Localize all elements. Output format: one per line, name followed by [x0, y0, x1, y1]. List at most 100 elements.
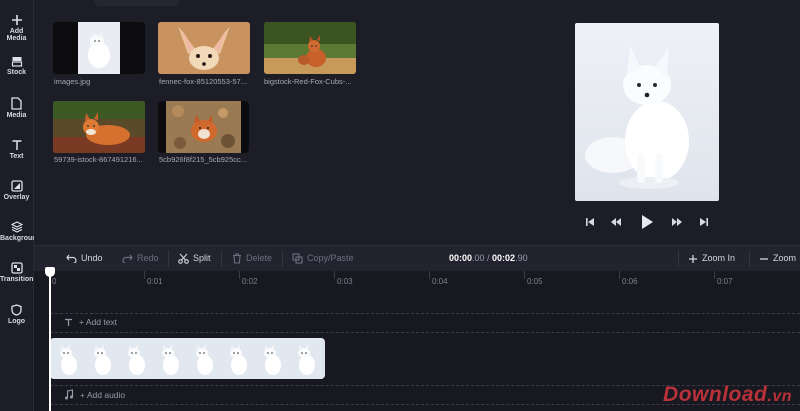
toolbar-divider [221, 250, 222, 267]
audio-track[interactable]: + Add audio [64, 389, 125, 400]
preview-canvas[interactable] [575, 23, 719, 201]
media-thumb-image [78, 22, 120, 74]
clip-frame [220, 338, 254, 379]
playback-controls [554, 212, 734, 236]
sidebar-item-label: Transition [0, 276, 34, 283]
text-track[interactable]: + Add text [64, 317, 117, 327]
ruler-tick-label: 0:07 [717, 277, 733, 286]
ruler-tick [619, 271, 620, 279]
undo-icon [66, 254, 77, 263]
skip-end-icon[interactable] [699, 216, 709, 228]
sidebar-item-overlay[interactable]: Overlay [0, 180, 33, 201]
zoom-out-button[interactable]: Zoom [759, 246, 796, 271]
zoom-in-button[interactable]: Zoom In [688, 246, 735, 271]
clip-frame [288, 338, 322, 379]
time-current-frac: .00 / [472, 253, 493, 263]
split-label: Split [193, 253, 211, 263]
media-thumb-image [158, 101, 249, 153]
playhead[interactable] [49, 269, 51, 411]
ruler-tick [714, 271, 715, 279]
play-icon[interactable] [640, 214, 654, 230]
clip-frame [186, 338, 220, 379]
ruler-tick-label: 0 [52, 277, 57, 286]
sidebar-item-stock[interactable]: Stock [0, 56, 33, 76]
sidebar-item-text[interactable]: Text [0, 139, 33, 160]
ruler-tick [524, 271, 525, 279]
ruler-tick-label: 0:06 [622, 277, 638, 286]
copy-paste-label: Copy/Paste [307, 253, 354, 263]
toolbar-divider [678, 250, 679, 267]
ruler-tick-label: 0:04 [432, 277, 448, 286]
sidebar-item-label: Stock [6, 69, 27, 76]
watermark-logo: Download.vn [663, 383, 792, 407]
delete-button[interactable]: Delete [232, 246, 272, 271]
media-thumb-caption: 59739-istock-867491216... [54, 155, 143, 164]
layers-icon [10, 221, 23, 233]
text-icon [12, 140, 21, 150]
overlay-icon [10, 180, 23, 192]
ruler-tick [239, 271, 240, 279]
redo-button[interactable]: Redo [122, 246, 159, 271]
time-total: 00:02 [492, 253, 516, 263]
music-note-icon [65, 389, 74, 400]
sidebar-item-transition[interactable]: Transition [0, 262, 33, 283]
delete-label: Delete [246, 253, 273, 263]
sidebar-item-label: Add Media [6, 28, 27, 42]
time-current: 00:00 [449, 253, 473, 263]
playhead-handle[interactable] [45, 267, 55, 277]
sidebar-item-media[interactable]: Media [0, 97, 33, 119]
sidebar-item-background[interactable]: Background [0, 221, 41, 242]
split-button[interactable]: Split [178, 246, 211, 271]
clip-frame [254, 338, 288, 379]
timeline-toolbar: Undo Redo Split Delete Copy/Paste 00:00.… [34, 245, 800, 272]
timeline-ruler[interactable]: 0 0:01 0:02 0:03 0:04 0:05 0:06 0:07 [34, 271, 800, 309]
zoom-in-label: Zoom In [702, 253, 736, 263]
redo-icon [122, 254, 133, 263]
media-thumb[interactable] [53, 22, 145, 74]
undo-button[interactable]: Undo [66, 246, 103, 271]
fast-forward-icon[interactable] [671, 216, 683, 228]
transition-icon [10, 262, 23, 274]
media-thumb[interactable] [158, 22, 250, 74]
clip-frame [50, 338, 84, 379]
media-thumb[interactable] [264, 22, 356, 74]
sidebar-item-logo[interactable]: Logo [0, 304, 33, 325]
ruler-tick-label: 0:05 [527, 277, 543, 286]
video-clip[interactable] [50, 338, 325, 379]
toolbar-divider [749, 250, 750, 267]
media-thumb[interactable] [53, 101, 145, 153]
media-thumb-image [53, 101, 145, 153]
plus-icon [11, 15, 22, 25]
track-divider [50, 332, 800, 333]
clip-frame [118, 338, 152, 379]
media-library: images.jpg fennec-fox-85120553-57... big… [34, 0, 554, 245]
copy-paste-button[interactable]: Copy/Paste [292, 246, 354, 271]
plus-icon [689, 254, 697, 263]
text-icon [65, 318, 72, 326]
media-thumb-caption: images.jpg [54, 77, 91, 86]
add-text-label: + Add text [79, 317, 118, 327]
sidebar-item-add-media[interactable]: Add Media [0, 14, 33, 42]
sidebar-item-label: Media [6, 112, 27, 119]
preview-panel [554, 0, 800, 245]
media-thumb[interactable] [158, 101, 249, 153]
rewind-icon[interactable] [610, 216, 622, 228]
media-icon [11, 97, 22, 110]
sidebar-item-label: Text [9, 153, 24, 160]
media-thumb-image [264, 22, 356, 74]
redo-label: Redo [137, 253, 159, 263]
ruler-tick-label: 0:01 [147, 277, 163, 286]
zoom-out-label: Zoom [773, 253, 797, 263]
sidebar: Add Media Stock Media Text Overlay Backg… [0, 0, 41, 411]
time-display: 00:00.00 / 00:02.90 [449, 246, 528, 271]
trash-icon [233, 253, 241, 264]
preview-image [575, 23, 719, 201]
watermark-text: Download [663, 383, 768, 406]
toolbar-divider [168, 250, 169, 267]
media-thumb-caption: fennec-fox-85120553-57... [159, 77, 247, 86]
toolbar-divider [282, 250, 283, 267]
scissors-icon [178, 253, 189, 264]
skip-start-icon[interactable] [585, 216, 595, 228]
sidebar-item-label: Overlay [3, 194, 30, 201]
clip-frame [152, 338, 186, 379]
